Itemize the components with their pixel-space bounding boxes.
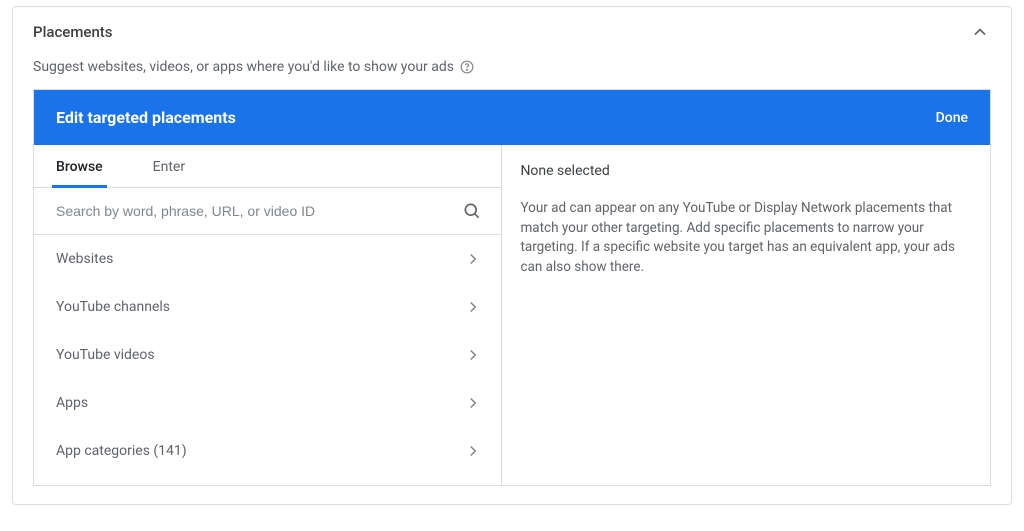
chevron-right-icon (463, 345, 483, 365)
placements-panel: Edit targeted placements Done Browse Ent… (33, 89, 991, 486)
tab-enter[interactable]: Enter (153, 145, 185, 187)
placements-card: Placements Suggest websites, videos, or … (12, 6, 1012, 505)
search-input[interactable] (56, 203, 461, 219)
category-apps[interactable]: Apps (34, 379, 501, 427)
category-label: YouTube videos (56, 347, 155, 363)
card-header: Placements (13, 7, 1011, 55)
done-button[interactable]: Done (936, 110, 968, 126)
help-icon[interactable] (460, 60, 475, 75)
chevron-right-icon (463, 297, 483, 317)
panel-header: Edit targeted placements Done (34, 90, 990, 145)
search-row (34, 188, 501, 235)
right-pane: None selected Your ad can appear on any … (502, 145, 990, 485)
category-label: YouTube channels (56, 299, 170, 315)
category-websites[interactable]: Websites (34, 235, 501, 283)
chevron-right-icon (463, 393, 483, 413)
category-label: Websites (56, 251, 113, 267)
category-app-categories[interactable]: App categories (141) (34, 427, 501, 475)
subheader-text: Suggest websites, videos, or apps where … (33, 59, 454, 75)
category-label: App categories (141) (56, 443, 187, 459)
tabs: Browse Enter (34, 145, 501, 188)
selected-title: None selected (520, 163, 972, 179)
search-icon[interactable] (461, 200, 483, 222)
category-youtube-videos[interactable]: YouTube videos (34, 331, 501, 379)
chevron-right-icon (463, 441, 483, 461)
left-pane: Browse Enter Websites (34, 145, 502, 485)
panel-body: Browse Enter Websites (34, 145, 990, 485)
category-youtube-channels[interactable]: YouTube channels (34, 283, 501, 331)
card-subheader: Suggest websites, videos, or apps where … (13, 55, 1011, 89)
category-label: Apps (56, 395, 88, 411)
tab-browse[interactable]: Browse (56, 145, 103, 187)
collapse-icon[interactable] (969, 21, 991, 43)
chevron-right-icon (463, 249, 483, 269)
card-title: Placements (33, 23, 113, 41)
panel-title: Edit targeted placements (56, 108, 236, 127)
selected-description: Your ad can appear on any YouTube or Dis… (520, 199, 972, 277)
